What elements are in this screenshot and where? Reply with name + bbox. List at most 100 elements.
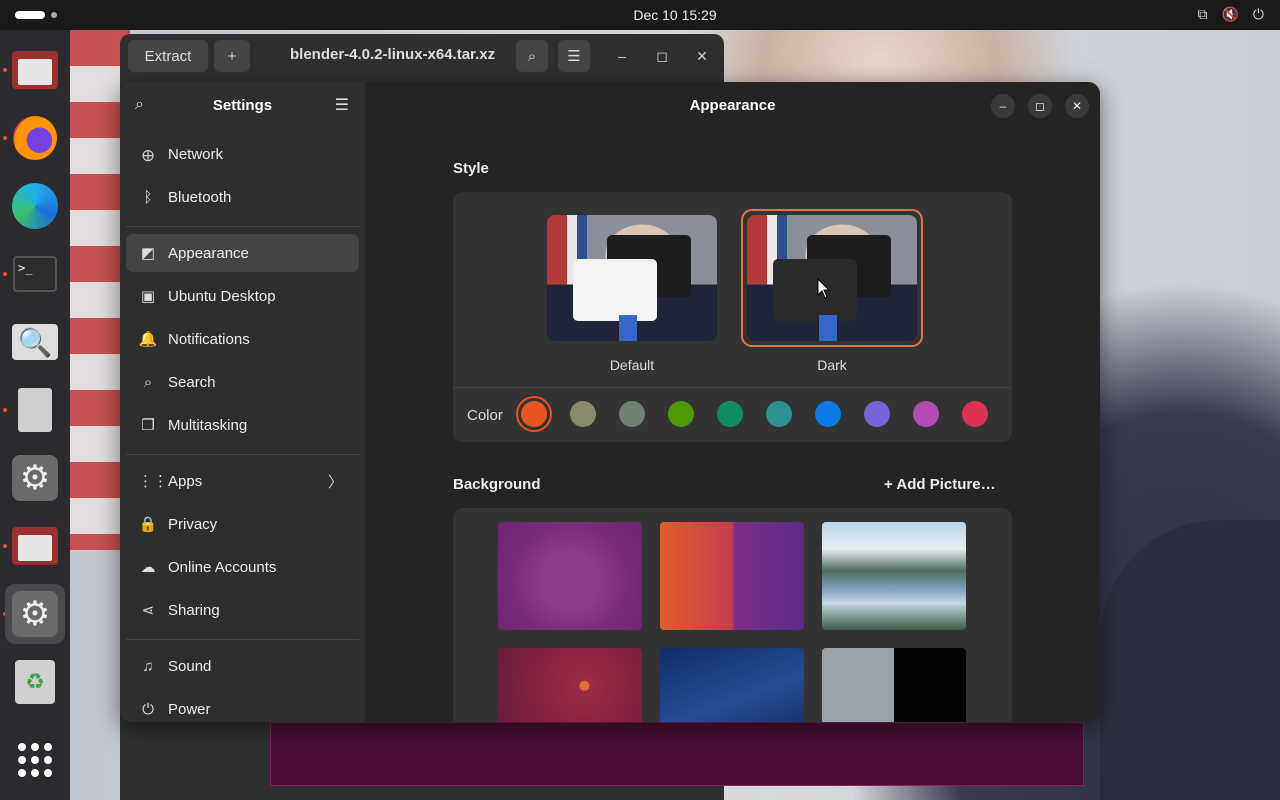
color-label: Color (467, 407, 503, 424)
archive-minimize-button[interactable]: – (612, 46, 632, 66)
sidebar-item-multitasking[interactable]: ❐ Multitasking (126, 406, 359, 444)
sidebar-item-label: Sharing (168, 601, 220, 619)
sidebar-item-label: Online Accounts (168, 558, 277, 576)
add-picture-label: Add Picture… (896, 476, 996, 493)
style-dark-caption: Dark (817, 357, 847, 373)
mouse-cursor-icon (817, 278, 831, 299)
background-thumbnail[interactable] (498, 522, 642, 630)
show-apps-button[interactable] (5, 730, 65, 790)
archive-close-button[interactable]: ✕ (692, 46, 712, 66)
search-icon: ⌕ (527, 47, 537, 65)
sidebar-item-label: Notifications (168, 330, 250, 348)
color-swatch[interactable] (864, 401, 890, 427)
volume-muted-icon: 🔇 (1221, 6, 1239, 22)
background-thumbnail[interactable] (822, 522, 966, 630)
sidebar-divider (126, 454, 359, 455)
system-tray[interactable]: ⧉ 🔇 ⏻ (1197, 6, 1264, 23)
edge-icon (12, 183, 58, 229)
color-swatch[interactable] (668, 401, 694, 427)
dock-firefox[interactable] (5, 108, 65, 168)
add-picture-button[interactable]: + Add Picture… (884, 476, 996, 493)
maximize-button[interactable]: ◻ (1028, 94, 1052, 118)
sidebar-item-online-accounts[interactable]: ☁ Online Accounts (126, 548, 359, 586)
style-dark-thumbnail[interactable] (747, 215, 917, 341)
sidebar-divider (126, 226, 359, 227)
apps-grid-icon: ⋮⋮ (138, 473, 168, 490)
sidebar-item-label: Bluetooth (168, 188, 232, 206)
background-thumbnail[interactable] (660, 648, 804, 722)
sidebar-item-bluetooth[interactable]: ᛒ Bluetooth (126, 178, 359, 216)
show-apps-icon (18, 743, 52, 777)
bluetooth-icon: ᛒ (143, 188, 153, 206)
sidebar-item-notifications[interactable]: 🔔 Notifications (126, 320, 359, 358)
style-default-caption: Default (609, 357, 655, 373)
preview-front-window-light (573, 259, 657, 321)
color-swatch[interactable] (521, 401, 547, 427)
sidebar-item-search[interactable]: ⌕ Search (126, 363, 359, 401)
sidebar-item-label: Network (168, 145, 224, 163)
files-icon (12, 51, 58, 89)
sidebar-item-appearance[interactable]: ◩ Appearance (126, 234, 359, 272)
firefox-icon (13, 116, 57, 160)
sidebar-item-sharing[interactable]: ⋖ Sharing (126, 591, 359, 629)
extract-button[interactable]: Extract (128, 40, 208, 72)
dock-image-viewer[interactable]: 🔍 (5, 312, 65, 372)
preview-front-window-dark (773, 259, 857, 321)
dock-terminal[interactable]: >_ (5, 244, 65, 304)
settings-window: ⌕ Settings ☰ 🜨 Network ᛒ Bluetooth ◩ Appear… (120, 82, 1100, 722)
bell-icon: 🔔 (138, 331, 158, 348)
wallpaper-figure (1100, 520, 1280, 800)
dock-settings-running[interactable]: ⚙ (5, 584, 65, 644)
sidebar-item-label: Sound (168, 657, 212, 675)
sidebar-item-label: Multitasking (168, 416, 248, 434)
trash-icon: ♻ (15, 660, 55, 704)
background-thumbnail[interactable] (660, 522, 804, 630)
desktop-icon: ▣ (140, 288, 156, 305)
settings-app-icon: ⚙ (12, 455, 58, 501)
add-files-button[interactable]: + (214, 40, 250, 72)
background-thumbnail[interactable] (822, 648, 966, 722)
minimize-button[interactable]: – (991, 94, 1015, 118)
dock-edge[interactable] (5, 176, 65, 236)
sidebar-item-apps[interactable]: ⋮⋮ Apps 〉 (126, 462, 359, 500)
terminal-icon: >_ (13, 256, 57, 292)
background-thumbnail[interactable] (498, 648, 642, 722)
sidebar-item-sound[interactable]: ♫ Sound (126, 647, 359, 685)
power-icon: ⏻ (142, 700, 154, 718)
color-swatch[interactable] (962, 401, 988, 427)
color-swatch[interactable] (570, 401, 596, 427)
dock-archive-manager[interactable] (5, 380, 65, 440)
settings-sidebar: ⌕ Settings ☰ 🜨 Network ᛒ Bluetooth ◩ Appear… (120, 82, 365, 722)
sidebar-item-ubuntu-desktop[interactable]: ▣ Ubuntu Desktop (126, 277, 359, 315)
chevron-right-icon: 〉 (327, 473, 343, 491)
archive-menu-button[interactable]: ☰ (558, 40, 590, 72)
style-default-thumbnail[interactable] (547, 215, 717, 341)
dock-settings[interactable]: ⚙ (5, 448, 65, 508)
cloud-icon: ☁ (140, 559, 156, 576)
hamburger-icon: ☰ (567, 48, 581, 65)
color-swatch[interactable] (619, 401, 645, 427)
clock[interactable]: Dec 10 15:29 (0, 7, 1280, 23)
style-card: Default Dark Color (453, 192, 1012, 442)
color-swatch[interactable] (913, 401, 939, 427)
sidebar-item-power[interactable]: ⏻ Power (126, 690, 359, 722)
sidebar-menu-button[interactable]: ☰ (335, 95, 349, 115)
sidebar-item-network[interactable]: 🜨 Network (126, 135, 359, 173)
close-button[interactable]: ✕ (1065, 94, 1089, 118)
archive-headerbar: Extract + blender-4.0.2-linux-x64.tar.xz… (120, 34, 724, 78)
archive-maximize-button[interactable]: ◻ (652, 46, 672, 66)
color-swatch[interactable] (815, 401, 841, 427)
dock: >_ 🔍 ⚙ ⚙ ♻ (0, 30, 70, 800)
dock-trash[interactable]: ♻ (5, 652, 65, 712)
color-swatch[interactable] (717, 401, 743, 427)
top-bar: Dec 10 15:29 ⧉ 🔇 ⏻ (0, 0, 1280, 30)
dock-files[interactable] (5, 40, 65, 100)
color-swatch[interactable] (766, 401, 792, 427)
sidebar-item-privacy[interactable]: 🔒 Privacy (126, 505, 359, 543)
background-section-label: Background (453, 476, 541, 493)
dock-files-2[interactable] (5, 516, 65, 576)
settings-running-icon: ⚙ (12, 591, 58, 637)
sidebar-divider (126, 639, 359, 640)
preview-figure (619, 315, 637, 341)
archive-search-button[interactable]: ⌕ (516, 40, 548, 72)
